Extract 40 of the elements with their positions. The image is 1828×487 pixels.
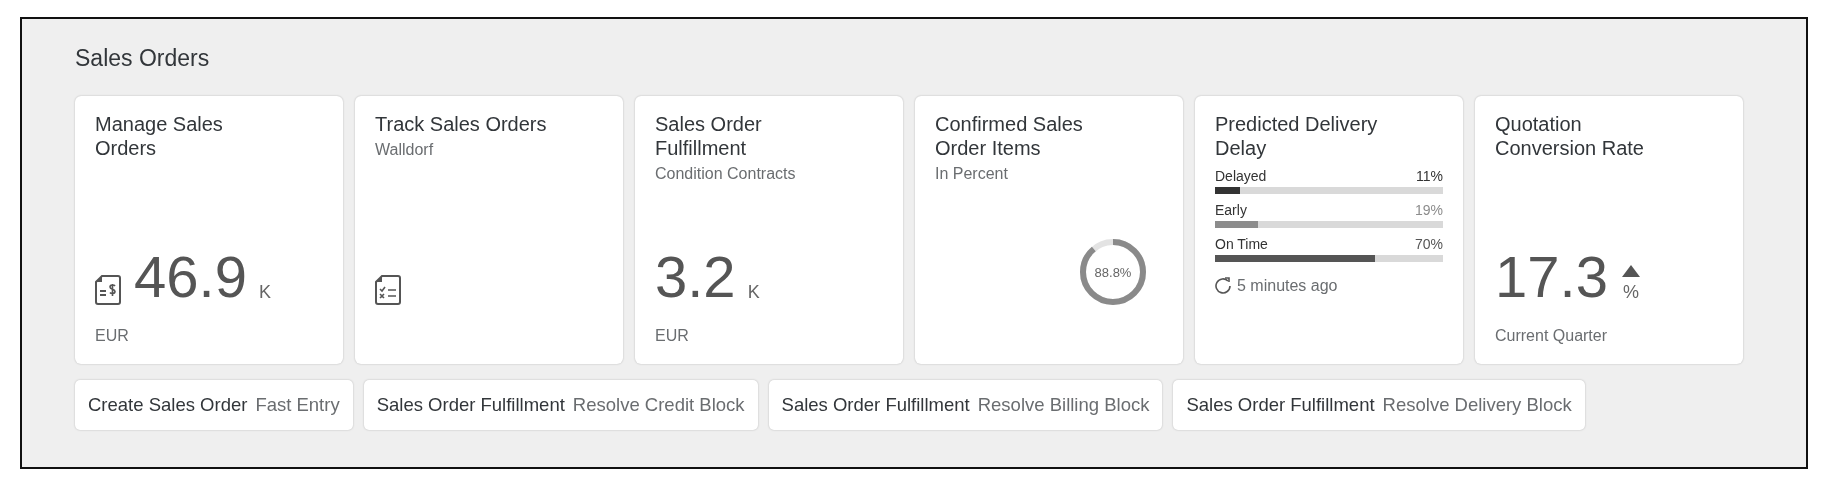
tile-subtitle: Condition Contracts [655, 163, 797, 184]
checklist-icon [375, 273, 402, 306]
bar-label: Early [1215, 200, 1247, 220]
bar-reading: 11% [1416, 166, 1443, 186]
tile-footer: EUR [655, 326, 689, 344]
tile-title: Confirmed Sales Order Items [935, 111, 1084, 160]
tile-title: Manage Sales Orders [95, 111, 224, 160]
refresh-icon [1215, 277, 1232, 294]
app-tile[interactable]: Sales Order Fulfillment Condition Contracts 3.2 K EUR [635, 95, 903, 364]
tile-title: Predicted Delivery Delay [1215, 111, 1379, 160]
kpi-value: 17.3 [1495, 247, 1608, 306]
link-tile[interactable]: Sales Order Fulfillment Resolve Delivery Block [1173, 379, 1585, 430]
bar-label: On Time [1215, 234, 1268, 254]
tile-footer: 5 minutes ago [1237, 273, 1338, 298]
bar-reading: 19% [1414, 200, 1443, 220]
tile-title: Sales Order Fulfillment [655, 111, 763, 160]
app-tile[interactable]: Predicted Delivery Delay Delayed 11% Early 19% On Time 70% 5 minutes ago [1195, 95, 1463, 364]
bar-label: Delayed [1215, 166, 1267, 186]
group-title: Sales Orders [75, 44, 211, 73]
kpi-scale: K [258, 280, 271, 304]
tile-subtitle: Walldorf [375, 139, 435, 160]
kpi-scale: % [1622, 280, 1639, 304]
donut-label: 88.8% [1094, 264, 1132, 280]
link-tile[interactable]: Sales Order Fulfillment Resolve Billing Block [768, 379, 1163, 430]
bar-reading: 70% [1414, 234, 1443, 254]
kpi-value: 46.9 [134, 247, 247, 306]
tile-footer: EUR [95, 326, 129, 344]
tile-title: Track Sales Orders [375, 111, 548, 136]
kpi-value: 3.2 [655, 247, 736, 306]
app-tile[interactable]: Quotation Conversion Rate 17.3 % Current Quarter [1475, 95, 1743, 364]
tile-title: Quotation Conversion Rate [1495, 111, 1645, 160]
app-tile[interactable]: Confirmed Sales Order Items In Percent 88.8% [915, 95, 1183, 364]
tile-subtitle: In Percent [935, 163, 1009, 184]
link-tile[interactable]: Sales Order Fulfillment Resolve Credit Block [363, 379, 758, 430]
tile-footer: Current Quarter [1495, 326, 1608, 344]
app-tile[interactable]: Track Sales Orders Walldorf [355, 95, 623, 364]
invoice-icon [95, 273, 122, 306]
kpi-scale: K [747, 280, 760, 304]
app-tile[interactable]: Manage Sales Orders 46.9 K EUR [75, 95, 343, 364]
link-tile[interactable]: Create Sales Order Fast Entry [75, 379, 353, 430]
